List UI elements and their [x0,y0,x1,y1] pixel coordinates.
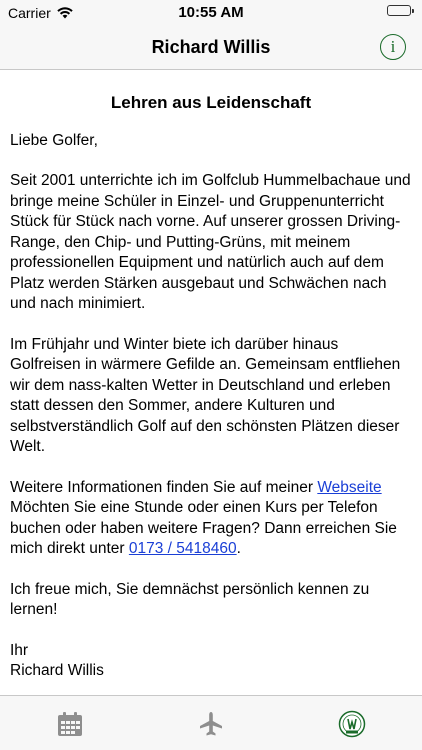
screen: Carrier 10:55 AM Richard Willis i Lehren [0,0,422,750]
contact-text-start: Weitere Informationen finden Sie auf mei… [10,478,318,496]
tab-travel[interactable] [197,710,225,738]
article-headline: Lehren aus Leidenschaft [110,93,312,112]
navigation-bar: Richard Willis i [0,26,422,70]
paragraph-contact: Weitere Informationen finden Sie auf mei… [10,478,412,560]
status-bar: Carrier 10:55 AM [0,0,422,26]
info-button[interactable]: i [380,34,406,60]
contact-text-end: . [236,540,241,557]
paragraph-travel: Im Frühjahr und Winter biete ich darüber… [10,335,401,456]
closing-text: Ich freue mich, Sie demnächst persönlich… [10,580,370,619]
paragraph-teaching: Seit 2001 unterrichte ich im Golfclub Hu… [10,172,411,312]
article-content[interactable]: Lehren aus Leidenschaft Liebe Golfer, Se… [10,70,412,695]
airplane-icon [200,712,222,736]
signature: Richard Willis [10,662,104,679]
battery-icon [387,5,414,16]
page-title: Richard Willis [151,37,271,57]
greeting: Liebe Golfer, [10,131,98,149]
signature-block: Ihr Richard Willis [10,641,412,682]
status-time: 10:55 AM [178,4,244,21]
tab-bar [0,695,422,750]
tab-golf-club[interactable] [338,710,366,738]
website-link[interactable]: Webseite [317,479,381,496]
info-icon: i [390,37,396,56]
signoff: Ihr [10,641,29,659]
phone-link[interactable]: 0173 / 5418460 [129,540,237,557]
calendar-icon [58,712,82,736]
status-right [387,5,414,16]
tab-calendar[interactable] [56,710,84,738]
golf-club-logo-icon [338,710,366,738]
